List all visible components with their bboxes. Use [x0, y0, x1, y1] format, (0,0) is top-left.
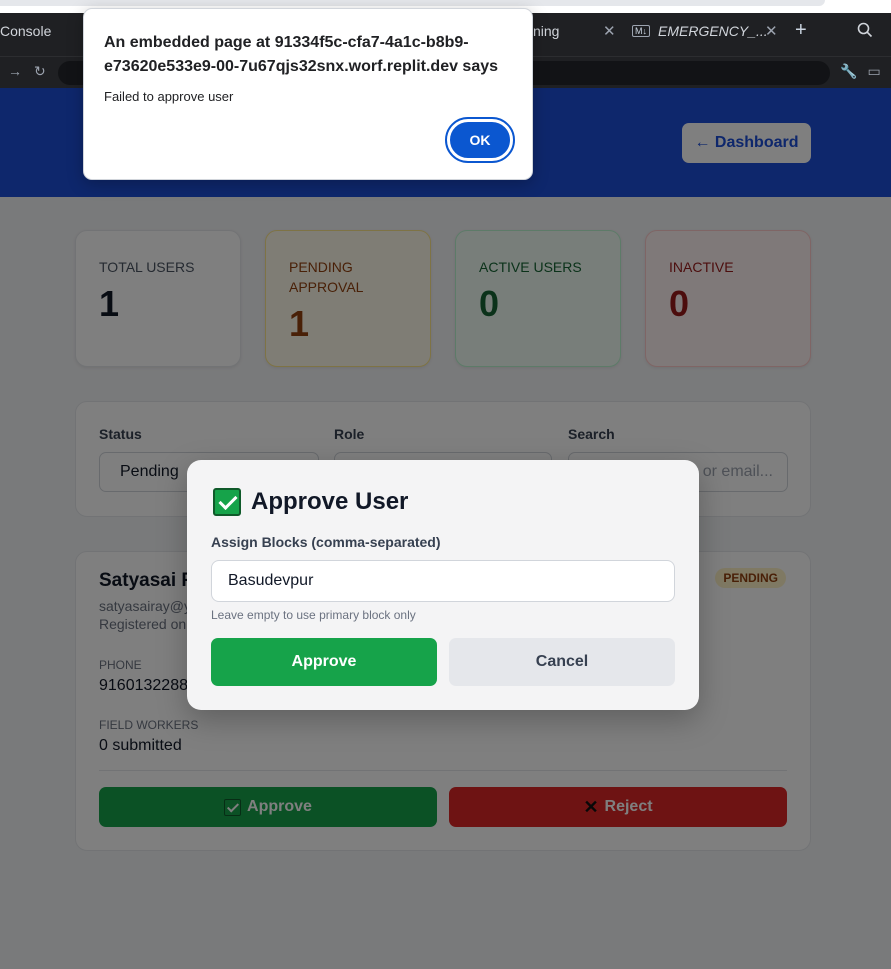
tab-emergency[interactable]: M↓ EMERGENCY_...	[632, 23, 768, 39]
alert-body: Failed to approve user	[104, 89, 234, 104]
search-icon[interactable]	[857, 22, 873, 38]
forward-icon[interactable]: →	[8, 63, 22, 79]
wrench-icon[interactable]: 🔧	[840, 63, 857, 80]
close-icon[interactable]: ✕	[603, 22, 616, 40]
alert-ok-button[interactable]: OK	[445, 117, 515, 163]
modal-cancel-button[interactable]: Cancel	[449, 638, 675, 686]
tab-label: Console	[0, 23, 52, 39]
modal-title: Approve User	[213, 488, 408, 516]
assign-blocks-hint: Leave empty to use primary block only	[211, 608, 416, 622]
tab-other[interactable]: ning	[533, 23, 559, 39]
check-icon	[213, 488, 241, 516]
close-icon[interactable]: ✕	[765, 22, 778, 40]
browser-top-pill	[0, 0, 825, 6]
assign-blocks-label: Assign Blocks (comma-separated)	[211, 534, 441, 550]
markdown-icon: M↓	[632, 25, 650, 37]
tab-label: EMERGENCY_...	[658, 23, 768, 39]
browser-tools: 🔧 ▭	[840, 63, 881, 80]
reload-icon[interactable]: ↻	[34, 63, 46, 80]
new-tab-button[interactable]: +	[795, 19, 807, 42]
alert-message: An embedded page at 91334f5c-cfa7-4a1c-b…	[104, 34, 499, 75]
approve-user-modal: Approve User Assign Blocks (comma-separa…	[187, 460, 699, 710]
tab-console[interactable]: Console	[0, 23, 51, 39]
modal-title-text: Approve User	[251, 488, 409, 515]
devices-icon[interactable]: ▭	[867, 63, 880, 80]
browser-alert-dialog: An embedded page at 91334f5c-cfa7-4a1c-b…	[83, 8, 533, 180]
tab-label: ning	[533, 23, 560, 39]
modal-approve-button[interactable]: Approve	[211, 638, 437, 686]
assign-blocks-input[interactable]	[211, 560, 675, 602]
